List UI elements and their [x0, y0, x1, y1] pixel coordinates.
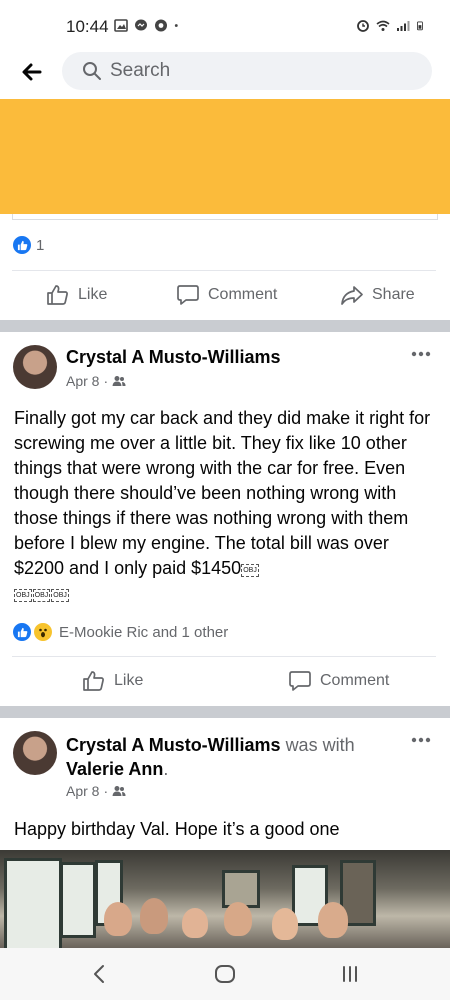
comment-icon — [177, 285, 199, 305]
post-photo[interactable] — [0, 850, 450, 960]
search-placeholder: Search — [110, 60, 171, 81]
post-author[interactable]: Crystal A Musto-Williams — [66, 735, 281, 755]
post-header-title: Crystal A Musto-Williams was with Valeri… — [66, 733, 396, 781]
comment-icon — [289, 671, 311, 691]
post-actions: Like Comment — [0, 657, 450, 707]
system-nav-bar — [0, 948, 450, 1000]
post-actions: Like Comment Share — [0, 271, 450, 321]
gallery-icon — [114, 19, 128, 32]
obj-glyph: OBJ — [51, 589, 69, 602]
post-meta: Apr 8 · — [66, 783, 126, 799]
reaction-names: E-Mookie Ric and 1 other — [59, 623, 229, 641]
shared-content-image[interactable] — [0, 99, 450, 214]
obj-glyph: OBJ — [14, 589, 32, 602]
feed-separator — [0, 706, 450, 718]
back-arrow-icon[interactable] — [18, 58, 46, 86]
avatar[interactable] — [13, 345, 57, 389]
status-bar: 10:44 — [0, 0, 450, 52]
feed-separator — [0, 320, 450, 332]
reaction-count: 1 — [36, 236, 45, 254]
share-icon — [341, 286, 363, 305]
wifi-icon — [376, 20, 390, 31]
reaction-summary[interactable]: E-Mookie Ric and 1 other — [12, 622, 228, 642]
like-reaction-icon — [12, 235, 32, 255]
signal-icon — [397, 21, 410, 31]
comment-button[interactable]: Comment — [176, 283, 277, 307]
nav-back-icon[interactable] — [88, 962, 112, 986]
comment-label: Comment — [320, 672, 390, 689]
post-author[interactable]: Crystal A Musto-Williams — [66, 347, 281, 368]
avatar[interactable] — [13, 731, 57, 775]
post-body: Finally got my car back and they did mak… — [14, 406, 438, 606]
messenger-icon — [135, 19, 147, 31]
comment-label: Comment — [208, 286, 278, 303]
battery-icon — [417, 21, 423, 31]
like-icon — [83, 671, 104, 691]
with-label: was with — [285, 735, 355, 755]
more-options-icon[interactable] — [410, 736, 432, 744]
like-reaction-icon — [12, 622, 32, 642]
post-text: Finally got my car back and they did mak… — [14, 408, 431, 578]
post-date[interactable]: Apr 8 — [66, 783, 99, 799]
tagged-person[interactable]: Valerie Ann — [66, 759, 163, 779]
search-input[interactable]: Search — [62, 52, 432, 90]
share-label: Share — [372, 286, 415, 303]
reaction-summary[interactable]: 1 — [12, 235, 44, 255]
wow-reaction-icon — [33, 622, 53, 642]
more-options-icon[interactable] — [410, 350, 432, 358]
like-label: Like — [114, 672, 144, 689]
top-bar: Search — [0, 52, 450, 98]
nav-recents-icon[interactable] — [338, 962, 362, 986]
nav-home-icon[interactable] — [213, 962, 237, 986]
post-date[interactable]: Apr 8 — [66, 373, 99, 389]
like-label: Like — [78, 286, 108, 303]
obj-glyph: OBJ — [32, 589, 51, 602]
tagged-suffix: . — [163, 759, 169, 779]
notification-icons — [114, 19, 182, 32]
post-text: Happy birthday Val. Hope it’s a good one — [14, 819, 340, 839]
share-button[interactable]: Share — [340, 283, 415, 307]
friends-audience-icon — [112, 786, 126, 796]
comment-button[interactable]: Comment — [288, 669, 389, 693]
chrome-icon — [155, 19, 167, 32]
post-meta: Apr 8 · — [66, 373, 126, 389]
friends-audience-icon — [112, 376, 126, 386]
obj-glyph: OBJ — [241, 564, 259, 577]
like-button[interactable]: Like — [46, 283, 107, 307]
status-time: 10:44 — [66, 17, 109, 36]
like-icon — [47, 285, 68, 305]
dot-icon — [174, 24, 178, 27]
alarm-icon — [357, 20, 369, 32]
like-button[interactable]: Like — [82, 669, 143, 693]
search-icon — [83, 62, 101, 80]
system-icons — [356, 19, 426, 32]
shared-content-frame — [12, 214, 438, 220]
